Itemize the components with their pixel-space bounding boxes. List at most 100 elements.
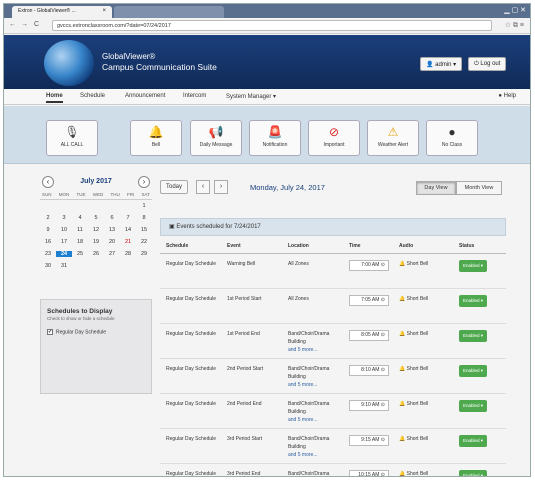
- column-header[interactable]: Time: [343, 239, 393, 254]
- url-field[interactable]: gvccs.extronclassroom.com/?date=07/24/20…: [52, 20, 492, 31]
- status-toggle-button[interactable]: Enabled ▾: [459, 329, 488, 342]
- calendar-day[interactable]: 12: [88, 227, 104, 233]
- calendar-day[interactable]: 22: [136, 239, 152, 245]
- browser-tab-active[interactable]: Extron - GlobalViewer® ... ×: [12, 6, 112, 18]
- weekday-label: SAT: [141, 192, 150, 197]
- browser-toolbar-icons[interactable]: ☆ ⧉ ≡: [505, 21, 524, 30]
- status-toggle-button[interactable]: Enabled ▾: [459, 434, 488, 447]
- more-locations-link[interactable]: and 5 more...: [288, 416, 343, 424]
- column-header[interactable]: Schedule: [160, 239, 221, 254]
- calendar-day[interactable]: 29: [136, 251, 152, 257]
- reload-icon[interactable]: C: [34, 21, 39, 28]
- calendar-day[interactable]: 15: [136, 227, 152, 233]
- calendar-grid: 1 2 3 4 5 6 7 8 9 10 11 12 13 14 15 16 17 18 19 20 21 22 23 24 2…: [40, 203, 152, 269]
- column-header[interactable]: Audio: [393, 239, 453, 254]
- important-button[interactable]: ⊘ Important: [308, 120, 360, 156]
- column-header[interactable]: Status: [453, 239, 506, 254]
- globe-logo: [44, 40, 94, 86]
- next-month-icon[interactable]: ›: [138, 176, 150, 188]
- nav-home[interactable]: Home: [46, 93, 63, 103]
- browser-tab-inactive[interactable]: [114, 6, 224, 18]
- schedule-cell: Regular Day Schedule: [160, 253, 221, 289]
- calendar-day[interactable]: 20: [104, 239, 120, 245]
- column-header[interactable]: Event: [221, 239, 282, 254]
- back-icon[interactable]: ←: [9, 21, 16, 28]
- status-toggle-button[interactable]: Enabled ▾: [459, 259, 488, 272]
- daily-message-label: Daily Message: [199, 142, 233, 148]
- calendar-day[interactable]: 1: [136, 203, 152, 209]
- time-picker[interactable]: 8:10 AM ⊙: [349, 364, 389, 376]
- daily-message-button[interactable]: 📢 Daily Message: [190, 120, 242, 156]
- calendar-day[interactable]: 5: [88, 215, 104, 221]
- time-picker[interactable]: 7:05 AM ⊙: [349, 294, 389, 306]
- prev-day-icon[interactable]: ‹: [196, 180, 210, 194]
- today-button[interactable]: Today: [160, 180, 188, 194]
- location-cell: Band/Choir/Drama Buildingand 5 more...: [282, 323, 343, 359]
- calendar-day[interactable]: 4: [72, 215, 88, 221]
- all-call-button[interactable]: 🎙 ALL CALL: [46, 120, 98, 156]
- bell-button[interactable]: 🔔 Bell: [130, 120, 182, 156]
- calendar-day[interactable]: 21: [120, 239, 136, 245]
- nav-intercom[interactable]: Intercom: [183, 93, 206, 99]
- more-locations-link[interactable]: and 5 more...: [288, 451, 343, 459]
- calendar-day[interactable]: 9: [40, 227, 56, 233]
- month-view-button[interactable]: Month View: [456, 181, 502, 195]
- next-day-icon[interactable]: ›: [214, 180, 228, 194]
- day-view-button[interactable]: Day View: [416, 181, 456, 195]
- notification-button[interactable]: 🚨 Notification: [249, 120, 301, 156]
- schedule-checkbox-item[interactable]: ✔ Regular Day Schedule: [47, 329, 145, 335]
- forward-icon[interactable]: →: [21, 21, 28, 28]
- close-tab-icon[interactable]: ×: [102, 8, 106, 14]
- all-call-label: ALL CALL: [60, 142, 84, 148]
- calendar-day[interactable]: 14: [120, 227, 136, 233]
- calendar-day[interactable]: 23: [40, 251, 56, 257]
- time-picker[interactable]: 9:15 AM ⊙: [349, 434, 389, 446]
- calendar-day[interactable]: 13: [104, 227, 120, 233]
- calendar-day[interactable]: 26: [88, 251, 104, 257]
- admin-menu-button[interactable]: 👤 admin ▾: [420, 57, 463, 71]
- calendar-day[interactable]: 16: [40, 239, 56, 245]
- table-row: Regular Day Schedule 1st Period End Band/C…: [160, 323, 506, 359]
- time-picker[interactable]: 10:15 AM ⊙: [349, 469, 389, 476]
- time-picker[interactable]: 7:00 AM ⊙: [349, 259, 389, 271]
- window-controls[interactable]: ▁ ▢ ✕: [504, 6, 526, 14]
- nav-schedule[interactable]: Schedule: [80, 93, 105, 99]
- more-locations-link[interactable]: and 5 more...: [288, 381, 343, 389]
- checkbox-checked-icon[interactable]: ✔: [47, 329, 53, 335]
- calendar-day[interactable]: 17: [56, 239, 72, 245]
- calendar-day[interactable]: 10: [56, 227, 72, 233]
- calendar-day[interactable]: 8: [136, 215, 152, 221]
- status-toggle-button[interactable]: Enabled ▾: [459, 469, 488, 476]
- status-toggle-button[interactable]: Enabled ▾: [459, 294, 488, 307]
- help-link[interactable]: ● Help: [498, 93, 516, 99]
- calendar-day[interactable]: 28: [120, 251, 136, 257]
- no-class-button[interactable]: ● No Class: [426, 120, 478, 156]
- status-toggle-button[interactable]: Enabled ▾: [459, 364, 488, 377]
- calendar-day[interactable]: 18: [72, 239, 88, 245]
- logout-button[interactable]: ⏻ Log out: [468, 57, 507, 71]
- weather-alert-button[interactable]: ⚠ Weather Alert: [367, 120, 419, 156]
- calendar-day[interactable]: 2: [40, 215, 56, 221]
- calendar-day[interactable]: 3: [56, 215, 72, 221]
- calendar-day[interactable]: 27: [104, 251, 120, 257]
- bell-icon: 🔔: [148, 125, 164, 139]
- time-picker[interactable]: 9:10 AM ⊙: [349, 399, 389, 411]
- event-cell: 1st Period End: [221, 323, 282, 359]
- nav-announcement[interactable]: Announcement: [125, 93, 165, 99]
- calendar-day[interactable]: 6: [104, 215, 120, 221]
- calendar-day[interactable]: 24: [56, 251, 72, 257]
- calendar-day[interactable]: 31: [56, 263, 72, 269]
- no-class-label: No Class: [441, 142, 463, 148]
- column-header[interactable]: Location: [282, 239, 343, 254]
- events-table: Schedule Event Location Time Audio Status Reg…: [160, 239, 506, 476]
- events-caption: Events scheduled for 7/24/2017: [176, 224, 261, 230]
- calendar-day[interactable]: 19: [88, 239, 104, 245]
- nav-system-manager[interactable]: System Manager ▾: [226, 93, 276, 100]
- status-toggle-button[interactable]: Enabled ▾: [459, 399, 488, 412]
- calendar-day[interactable]: 25: [72, 251, 88, 257]
- time-picker[interactable]: 8:05 AM ⊙: [349, 329, 389, 341]
- more-locations-link[interactable]: and 5 more...: [288, 346, 343, 354]
- calendar-day[interactable]: 7: [120, 215, 136, 221]
- calendar-day[interactable]: 11: [72, 227, 88, 233]
- calendar-day[interactable]: 30: [40, 263, 56, 269]
